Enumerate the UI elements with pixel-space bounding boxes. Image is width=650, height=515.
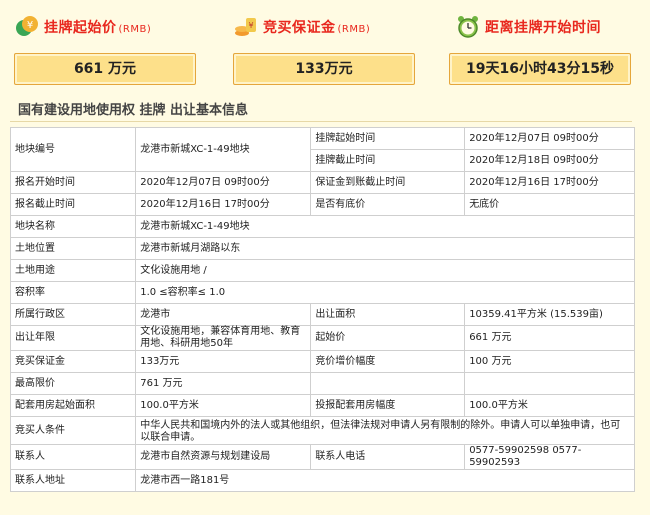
usage: 文化设施用地 / (135, 259, 635, 282)
reg-end: 2020年12月16日 17时00分 (135, 193, 312, 216)
summary-panel: ¥ 挂牌起始价(RMB) 661 万元 ¥ 竞买保证金(RMB) 133万元 (0, 0, 650, 95)
table-row: 报名开始时间 2020年12月07日 09时00分 保证金到账截止时间 2020… (9, 171, 635, 194)
contact-label: 联系人 (9, 444, 137, 470)
countdown-value: 19天16小时43分15秒 (449, 53, 631, 85)
table-row: 出让年限 文化设施用地，兼容体育用地、教育用地、科研用地50年 起始价 661 … (9, 325, 635, 351)
bidder-cond: 中华人民共和国境内外的法人或其他组织，但法律法规对申请人另有限制的除外。申请人可… (135, 416, 635, 445)
start-price-value: 661 万元 (14, 53, 196, 85)
table-row: 联系人地址 龙港市西一路181号 (9, 469, 635, 492)
table-row: 所属行政区 龙港市 出让面积 10359.41平方米 (15.539亩) (9, 303, 635, 326)
area: 10359.41平方米 (15.539亩) (464, 303, 635, 326)
deposit-value: 133万元 (233, 53, 415, 85)
parcel-no: 龙港市新城XC-1-49地块 (135, 127, 312, 172)
countdown-title: 距离挂牌开始时间 (485, 20, 601, 36)
far: 1.0 ≤容积率≤ 1.0 (135, 281, 635, 304)
table-row: 竞买人条件 中华人民共和国境内外的法人或其他组织，但法律法规对申请人另有限制的除… (9, 416, 635, 445)
parcel-name: 龙港市新城XC-1-49地块 (135, 215, 635, 238)
table-row: 配套用房起始面积 100.0平方米 投报配套用房幅度 100.0平方米 (9, 394, 635, 417)
phone: 0577-59902598 0577-59902593 (464, 444, 635, 470)
coin-stack-icon: ¥ (233, 14, 259, 40)
reserve-label: 是否有底价 (310, 193, 466, 216)
table-row: 竞买保证金 133万元 竞价增价幅度 100 万元 (9, 350, 635, 373)
list-end: 2020年12月18日 09时00分 (464, 149, 635, 172)
phone-label: 联系人电话 (310, 444, 466, 470)
countdown-stat: 距离挂牌开始时间 (455, 12, 601, 42)
reg-start: 2020年12月07日 09时00分 (135, 171, 312, 194)
table-row: 土地位置 龙港市新城月湖路以东 (9, 237, 635, 260)
district: 龙港市 (135, 303, 312, 326)
location: 龙港市新城月湖路以东 (135, 237, 635, 260)
far-label: 容积率 (9, 281, 137, 304)
deposit-stat: ¥ 竞买保证金 (RMB) (233, 12, 370, 42)
list-end-label: 挂牌截止时间 (310, 149, 466, 172)
housing-start-label: 配套用房起始面积 (9, 394, 137, 417)
table-row: 联系人 龙港市自然资源与规划建设局 联系人电话 0577-59902598 05… (9, 444, 635, 470)
deposit-unit: (RMB) (337, 24, 371, 35)
deposit-title: 竞买保证金 (263, 20, 336, 36)
address-label: 联系人地址 (9, 469, 137, 492)
table-row: 报名截止时间 2020年12月16日 17时00分 是否有底价 无底价 (9, 193, 635, 216)
max-price-label: 最高限价 (9, 372, 137, 395)
reg-end-label: 报名截止时间 (9, 193, 137, 216)
start-price-unit: (RMB) (118, 24, 152, 35)
empty-cell (464, 372, 635, 395)
bid-deposit: 133万元 (135, 350, 312, 373)
term: 文化设施用地，兼容体育用地、教育用地、科研用地50年 (135, 325, 312, 351)
bidder-cond-label: 竞买人条件 (9, 416, 137, 445)
deposit-deadline: 2020年12月16日 17时00分 (464, 171, 635, 194)
empty-cell (310, 372, 466, 395)
deposit-deadline-label: 保证金到账截止时间 (310, 171, 466, 194)
money-icon: ¥ (14, 14, 40, 40)
bid-deposit-label: 竞买保证金 (9, 350, 137, 373)
table-row: 地块编号 龙港市新城XC-1-49地块 挂牌起始时间 2020年12月07日 0… (9, 127, 635, 172)
contact: 龙港市自然资源与规划建设局 (135, 444, 312, 470)
parcel-name-label: 地块名称 (9, 215, 137, 238)
divider (10, 121, 632, 122)
table-row: 最高限价 761 万元 (9, 372, 635, 395)
start-price: 661 万元 (464, 325, 635, 351)
address: 龙港市西一路181号 (135, 469, 635, 492)
increment-label: 竞价增价幅度 (310, 350, 466, 373)
table-row: 地块名称 龙港市新城XC-1-49地块 (9, 215, 635, 238)
start-price-stat: ¥ 挂牌起始价 (RMB) (14, 12, 151, 42)
start-price-label: 起始价 (310, 325, 466, 351)
svg-text:¥: ¥ (27, 20, 33, 31)
reserve: 无底价 (464, 193, 635, 216)
parcel-no-label: 地块编号 (9, 127, 137, 172)
land-info-table: 地块编号 龙港市新城XC-1-49地块 挂牌起始时间 2020年12月07日 0… (9, 127, 635, 492)
start-price-title: 挂牌起始价 (44, 20, 117, 36)
section-title: 国有建设用地使用权 挂牌 出让基本信息 (18, 103, 249, 118)
list-start-label: 挂牌起始时间 (310, 127, 466, 150)
housing-incr: 100.0平方米 (464, 394, 635, 417)
table-row: 土地用途 文化设施用地 / (9, 259, 635, 282)
svg-text:¥: ¥ (248, 21, 253, 30)
location-label: 土地位置 (9, 237, 137, 260)
max-price: 761 万元 (135, 372, 312, 395)
reg-start-label: 报名开始时间 (9, 171, 137, 194)
housing-start: 100.0平方米 (135, 394, 312, 417)
district-label: 所属行政区 (9, 303, 137, 326)
increment: 100 万元 (464, 350, 635, 373)
term-label: 出让年限 (9, 325, 137, 351)
table-row: 容积率 1.0 ≤容积率≤ 1.0 (9, 281, 635, 304)
housing-incr-label: 投报配套用房幅度 (310, 394, 466, 417)
alarm-clock-icon (455, 14, 481, 40)
list-start: 2020年12月07日 09时00分 (464, 127, 635, 150)
area-label: 出让面积 (310, 303, 466, 326)
usage-label: 土地用途 (9, 259, 137, 282)
